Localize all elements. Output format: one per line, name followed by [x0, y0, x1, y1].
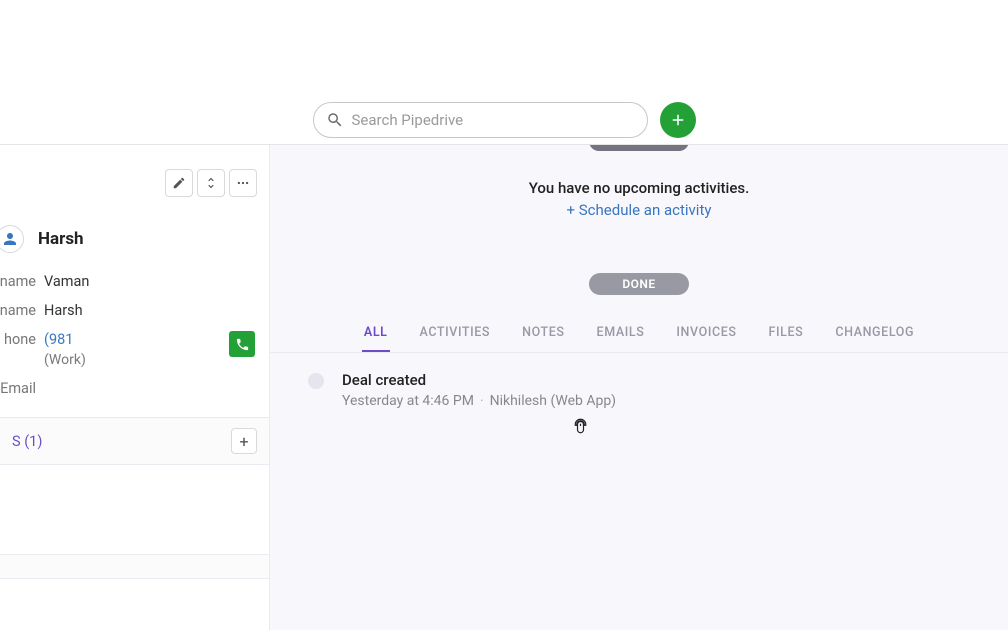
tab-invoices[interactable]: INVOICES: [674, 319, 738, 352]
tab-activities[interactable]: ACTIVITIES: [418, 319, 493, 352]
pencil-icon: [172, 176, 186, 190]
activity-tabs: ALL ACTIVITIES NOTES EMAILS INVOICES FIL…: [294, 319, 984, 352]
search-icon: [326, 111, 344, 129]
event-dot-icon: [308, 373, 324, 389]
event-timestamp: Yesterday at 4:46 PM: [342, 393, 474, 409]
tab-separator: [270, 352, 1008, 353]
card-action-row: [0, 155, 257, 207]
field-email: Email: [0, 374, 257, 403]
top-bar: [0, 95, 1008, 145]
empty-activities-message: You have no upcoming activities.: [294, 179, 984, 197]
add-deal-button[interactable]: +: [231, 428, 257, 454]
add-button[interactable]: [660, 102, 696, 138]
deals-section-title: S (1): [12, 433, 42, 450]
search-input[interactable]: [352, 111, 635, 129]
more-button[interactable]: [229, 169, 257, 197]
event-actor: Nikhilesh (Web App): [490, 393, 616, 409]
event-title: Deal created: [342, 371, 616, 389]
dots-icon: [236, 176, 250, 190]
tab-files[interactable]: FILES: [767, 319, 806, 352]
phone-icon: [235, 337, 250, 352]
field-value: Vaman: [36, 273, 257, 290]
search-box[interactable]: [313, 102, 648, 138]
person-name: Harsh: [38, 229, 84, 249]
event-meta: Yesterday at 4:46 PM·Nikhilesh (Web App): [342, 393, 616, 409]
edit-button[interactable]: [165, 169, 193, 197]
tab-notes[interactable]: NOTES: [520, 319, 566, 352]
field-label: hone: [0, 331, 36, 348]
done-pill: DONE: [589, 273, 689, 295]
field-value: Harsh: [36, 302, 257, 319]
section-spacer: [0, 555, 269, 579]
person-header: Harsh: [0, 207, 257, 267]
phone-type: (Work): [44, 352, 86, 368]
schedule-activity-link[interactable]: + Schedule an activity: [294, 201, 984, 219]
expand-button[interactable]: [197, 169, 225, 197]
call-button[interactable]: [229, 331, 255, 357]
tab-all[interactable]: ALL: [362, 319, 390, 352]
field-label: name: [0, 302, 36, 319]
main-panel: You have no upcoming activities. + Sched…: [270, 145, 1008, 630]
tab-emails[interactable]: EMAILS: [595, 319, 647, 352]
plus-icon: [669, 111, 687, 129]
field-name1: name Vaman: [0, 267, 257, 296]
field-label: name: [0, 273, 36, 290]
timeline-event: Deal created Yesterday at 4:46 PM·Nikhil…: [308, 371, 984, 409]
expand-icon: [204, 176, 218, 190]
content-area: Harsh name Vaman name Harsh hone (981 (W…: [0, 145, 1008, 630]
field-name2: name Harsh: [0, 296, 257, 325]
phone-link[interactable]: (981: [44, 331, 86, 348]
field-phone: hone (981 (Work): [0, 325, 257, 374]
search-wrap: [313, 102, 696, 138]
person-card: Harsh name Vaman name Harsh hone (981 (W…: [0, 145, 269, 418]
deals-section-header[interactable]: S (1) +: [0, 418, 269, 465]
deals-section-body: [0, 465, 269, 555]
tab-changelog[interactable]: CHANGELOG: [833, 319, 916, 352]
sidebar: Harsh name Vaman name Harsh hone (981 (W…: [0, 145, 270, 630]
field-label: Email: [0, 380, 36, 397]
person-icon: [1, 230, 19, 248]
avatar: [0, 225, 24, 253]
